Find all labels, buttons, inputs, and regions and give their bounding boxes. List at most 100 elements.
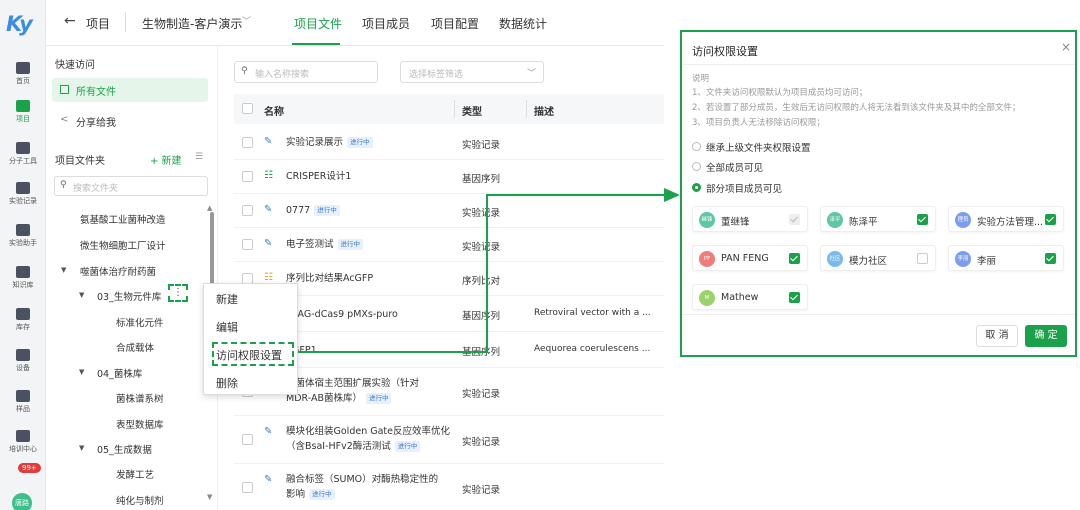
row-checkbox[interactable] — [242, 171, 253, 182]
file-name-text: 实验记录展示 — [286, 137, 344, 148]
scroll-down-icon[interactable]: ▼ — [207, 493, 212, 501]
menu-item-delete[interactable]: 删除 — [216, 375, 238, 391]
file-name: pLAG-dCas9 pMXs-puro — [286, 309, 398, 320]
scroll-up-icon[interactable]: ▲ — [207, 204, 212, 212]
member-checkbox[interactable] — [789, 253, 800, 264]
table-row[interactable]: ☷ pGFP1 基因序列 Aequorea coerulescens ... — [234, 332, 664, 368]
file-name: 实验记录展示 进行中 — [286, 135, 373, 150]
breadcrumb-project[interactable]: 项目 — [86, 15, 110, 32]
tab-data-stats[interactable]: 数据统计 — [499, 15, 547, 32]
caret-down-icon[interactable]: ▼ — [61, 266, 66, 274]
tree-item-selected[interactable]: 03_生物元件库 — [97, 289, 161, 303]
tree-item[interactable]: 合成载体 — [116, 340, 154, 354]
rail-samples[interactable]: 样品 — [0, 388, 46, 424]
table-row[interactable]: ☷ CRISPER设计1 基因序列 — [234, 160, 664, 194]
status-badge: 进行中 — [337, 239, 364, 250]
tag-filter-select[interactable]: 选择标签筛选 ﹀ — [400, 61, 544, 83]
tree-item[interactable]: 标准化元件 — [116, 315, 164, 329]
tab-project-members[interactable]: 项目成员 — [362, 15, 410, 32]
table-row[interactable]: ✎ 噬菌体宿主范围扩展实验（针对MDR-AB菌株库）进行中 实验记录 — [234, 368, 664, 416]
option-partial-members-label[interactable]: 部分项目成员可见 — [706, 181, 782, 195]
sort-icon[interactable]: ☰ — [195, 152, 203, 162]
radio-partial-members[interactable] — [692, 183, 701, 192]
rail-inventory[interactable]: 库存 — [0, 306, 46, 342]
library-icon — [16, 266, 30, 278]
rail-training[interactable]: 培训中心 — [0, 428, 46, 464]
member-checkbox[interactable] — [789, 292, 800, 303]
rail-home[interactable]: 首页 — [0, 60, 46, 96]
table-row[interactable]: ☷ 序列比对结果AcGFP 序列比对 — [234, 262, 664, 296]
avatar: 继锋 — [699, 212, 715, 228]
table-row[interactable]: ✎ 融合标签（SUMO）对酶热稳定性的 影响 进行中 实验记录 — [234, 464, 664, 510]
member-checkbox[interactable] — [917, 253, 928, 264]
rail-lab-assistant[interactable]: 实验助手 — [0, 222, 46, 258]
column-description[interactable]: 描述 — [534, 103, 554, 118]
caret-down-icon[interactable]: ▼ — [79, 368, 84, 376]
tree-item[interactable]: 纯化与制剂 — [116, 493, 164, 507]
row-checkbox[interactable] — [242, 434, 253, 445]
file-type: 实验记录 — [462, 140, 501, 151]
file-type: 实验记录 — [462, 242, 501, 253]
member-checkbox[interactable] — [1045, 214, 1056, 225]
rail-equipment[interactable]: 设备 — [0, 347, 46, 383]
caret-down-icon[interactable]: ▼ — [79, 444, 84, 452]
select-all-checkbox[interactable] — [242, 103, 253, 114]
row-checkbox[interactable] — [242, 205, 253, 216]
table-row[interactable]: ✎ 0777 进行中 实验记录 — [234, 194, 664, 228]
menu-item-new[interactable]: 新建 — [216, 291, 238, 307]
file-name-line2: （含BsaI-HFv2酶活测试 — [286, 441, 391, 452]
row-checkbox[interactable] — [242, 137, 253, 148]
shared-with-me-item[interactable]: 分享给我 — [76, 114, 116, 129]
confirm-button[interactable]: 确 定 — [1025, 325, 1067, 347]
member-card: PF PAN FENG — [692, 245, 808, 271]
table-row[interactable]: ✎ 电子签测试 进行中 实验记录 — [234, 228, 664, 262]
member-checkbox[interactable] — [917, 214, 928, 225]
file-name: 噬菌体宿主范围扩展实验（针对 MDR-AB菌株库） 进行中 — [286, 376, 419, 406]
option-inherit-label[interactable]: 继承上级文件夹权限设置 — [706, 140, 811, 154]
back-arrow-icon[interactable]: ← — [64, 13, 76, 29]
tree-item[interactable]: 表型数据库 — [116, 417, 164, 431]
tab-project-config[interactable]: 项目配置 — [431, 15, 479, 32]
table-row[interactable]: ✎ 模块化组装Golden Gate反应效率优化 （含BsaI-HFv2酶活测试进… — [234, 416, 664, 464]
tree-item[interactable]: 菌株谱系树 — [116, 391, 164, 405]
rail-label: 培训中心 — [9, 445, 37, 453]
cancel-button[interactable]: 取 消 — [976, 325, 1018, 347]
column-name[interactable]: 名称 — [264, 103, 284, 118]
rail-project[interactable]: 项目 — [0, 98, 46, 134]
row-checkbox[interactable] — [242, 239, 253, 250]
column-type[interactable]: 类型 — [462, 103, 482, 118]
tree-item[interactable]: 04_菌株库 — [97, 366, 142, 380]
app-logo: Ky — [6, 12, 33, 36]
notification-badge[interactable]: 99+ — [18, 463, 41, 473]
menu-item-edit[interactable]: 编辑 — [216, 319, 238, 335]
table-row[interactable]: ✎ 实验记录展示 进行中 实验记录 — [234, 126, 664, 160]
tab-project-files[interactable]: 项目文件 — [294, 15, 342, 32]
rail-knowledge-base[interactable]: 知识库 — [0, 264, 46, 300]
more-options-button[interactable]: ⋮ — [168, 284, 188, 302]
tree-item[interactable]: 氨基酸工业菌种改造 — [80, 212, 166, 226]
callout-line — [298, 351, 488, 353]
caret-down-icon[interactable]: ▼ — [79, 291, 84, 299]
radio-inherit[interactable] — [692, 142, 701, 151]
tree-item[interactable]: 05_生成数据 — [97, 442, 152, 456]
project-selector[interactable]: 生物制造-客户演示 — [142, 15, 242, 32]
close-icon[interactable]: × — [1061, 40, 1071, 54]
tree-item[interactable]: 微生物细胞工厂设计 — [80, 238, 166, 252]
user-avatar[interactable]: 唐路 — [12, 493, 32, 510]
rail-label: 首页 — [16, 77, 30, 85]
all-files-item[interactable]: 所有文件 — [52, 78, 208, 102]
rail-molecular-tools[interactable]: 分子工具 — [0, 140, 46, 176]
table-row[interactable]: ☷ pLAG-dCas9 pMXs-puro 基因序列 Retroviral v… — [234, 296, 664, 332]
new-folder-button[interactable]: + 新建 — [150, 152, 182, 167]
rail-experiment-records[interactable]: 实验记录 — [0, 180, 46, 216]
name-search-input[interactable]: ⚲ 输入名称搜索 — [234, 61, 378, 83]
chevron-down-icon[interactable]: ﹀ — [242, 14, 251, 27]
menu-item-access-permissions[interactable]: 访问权限设置 — [216, 347, 282, 363]
tree-item[interactable]: 发酵工艺 — [116, 467, 154, 481]
radio-all-members[interactable] — [692, 162, 701, 171]
member-checkbox[interactable] — [1045, 253, 1056, 264]
folder-search-input[interactable]: ⚲ 搜索文件夹 — [54, 176, 208, 196]
option-all-members-label[interactable]: 全部成员可见 — [706, 160, 763, 174]
tree-item[interactable]: 噬菌体治疗耐药菌 — [80, 264, 156, 278]
row-checkbox[interactable] — [242, 482, 253, 493]
